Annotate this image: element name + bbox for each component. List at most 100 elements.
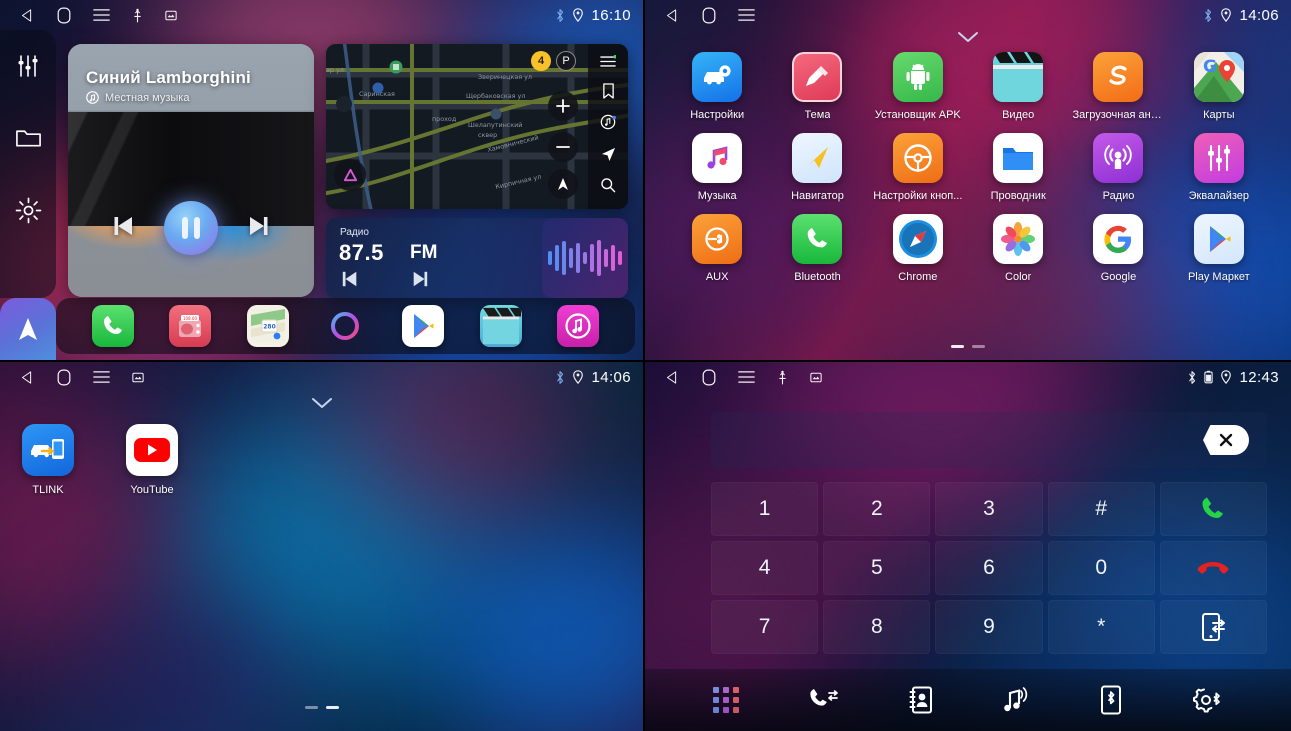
app-apk-installer[interactable]: Установщик APK <box>868 52 968 121</box>
back-icon[interactable] <box>20 370 35 385</box>
dock-item-radio[interactable]: 108.00 <box>169 305 212 347</box>
radio-next-button[interactable] <box>410 270 430 293</box>
home-icon[interactable] <box>57 369 71 386</box>
zoom-in-button[interactable] <box>548 91 578 121</box>
app-google[interactable]: Google <box>1068 214 1168 283</box>
page-dot-1[interactable] <box>951 345 964 348</box>
svg-text:G: G <box>1203 57 1217 77</box>
key-8[interactable]: 8 <box>823 600 931 654</box>
app-label: YouTube <box>130 484 174 496</box>
chevron-down-icon[interactable] <box>311 396 333 414</box>
key-4[interactable]: 4 <box>711 541 819 595</box>
home-icon[interactable] <box>57 7 71 24</box>
app-navigator[interactable]: Навигатор <box>767 133 867 202</box>
app-boot-animation[interactable]: Загрузочная ани... <box>1068 52 1168 121</box>
radio-widget[interactable]: Радио 87.5 FM <box>326 218 628 298</box>
menu-icon[interactable] <box>738 370 755 384</box>
map-bookmark-icon[interactable] <box>602 83 615 104</box>
svg-text:108.00: 108.00 <box>183 316 197 321</box>
navigation-arrow-button[interactable] <box>0 298 56 360</box>
app-button-settings[interactable]: Настройки кноп... <box>868 133 968 202</box>
home-icon[interactable] <box>702 369 716 386</box>
status-time: 14:06 <box>591 368 631 386</box>
app-karty[interactable]: G Карты <box>1169 52 1269 121</box>
app-chrome[interactable]: Chrome <box>868 214 968 283</box>
key-hash[interactable]: # <box>1047 482 1155 536</box>
back-icon[interactable] <box>665 370 680 385</box>
page-indicator-panel2[interactable] <box>951 345 985 348</box>
app-label: Видео <box>1002 109 1035 121</box>
key-5[interactable]: 5 <box>823 541 931 595</box>
app-radio[interactable]: Радио <box>1068 133 1168 202</box>
dock-item-assistant[interactable] <box>324 305 366 347</box>
play-pause-button[interactable] <box>164 201 218 255</box>
map-badges[interactable]: 4 P <box>531 51 576 71</box>
menu-icon[interactable] <box>93 370 110 384</box>
radio-previous-button[interactable] <box>340 270 360 293</box>
sidebar-item-files[interactable] <box>0 102 56 174</box>
map-navigate-icon[interactable] <box>600 146 617 167</box>
app-equalizer[interactable]: Эквалайзер <box>1169 133 1269 202</box>
chevron-down-icon[interactable] <box>957 30 979 48</box>
page-dot-2[interactable] <box>972 345 985 348</box>
key-3[interactable]: 3 <box>935 482 1043 536</box>
key-2[interactable]: 2 <box>823 482 931 536</box>
bt-device-tab[interactable] <box>1100 685 1122 715</box>
map-menu-icon[interactable] <box>600 55 617 73</box>
bt-settings-tab[interactable] <box>1191 686 1223 714</box>
app-aux[interactable]: AUX <box>667 214 767 283</box>
page-dot-2[interactable] <box>325 706 339 709</box>
key-6[interactable]: 6 <box>935 541 1043 595</box>
key-star[interactable]: * <box>1047 600 1155 654</box>
page-dot-1[interactable] <box>304 706 318 709</box>
dialer-display[interactable] <box>711 412 1267 468</box>
sidebar-item-equalizer[interactable] <box>0 30 56 102</box>
map-widget[interactable]: ар ул Зверинецкая ул Щербаковская ул Шел… <box>326 44 628 209</box>
contacts-tab[interactable] <box>909 686 933 714</box>
app-color[interactable]: Color <box>968 214 1068 283</box>
zoom-out-button[interactable] <box>548 132 578 162</box>
app-file-manager[interactable]: Проводник <box>968 133 1068 202</box>
app-tlink[interactable]: TLINK <box>22 424 74 496</box>
sidebar-item-settings[interactable] <box>0 174 56 246</box>
dock-item-phone[interactable] <box>91 305 134 347</box>
menu-icon[interactable] <box>738 8 755 22</box>
app-nastroyki[interactable]: Настройки <box>667 52 767 121</box>
backspace-icon[interactable] <box>1203 425 1249 455</box>
map-search-icon[interactable] <box>600 177 616 198</box>
apple-maps-icon: 280 <box>250 309 285 343</box>
app-tema[interactable]: Тема <box>767 52 867 121</box>
dock-item-video[interactable] <box>479 305 522 347</box>
home-icon[interactable] <box>702 7 716 24</box>
next-track-button[interactable] <box>244 212 272 245</box>
call-log-tab[interactable] <box>808 687 840 713</box>
app-youtube[interactable]: YouTube <box>126 424 178 496</box>
map-music-disc-icon[interactable] <box>600 114 616 135</box>
previous-track-button[interactable] <box>110 212 138 245</box>
back-icon[interactable] <box>665 8 680 23</box>
key-9[interactable]: 9 <box>935 600 1043 654</box>
menu-icon[interactable] <box>93 8 110 22</box>
music-player-widget[interactable]: Синий Lamborghini Местная музыка <box>68 44 314 297</box>
hangup-button[interactable] <box>1159 541 1267 595</box>
call-button[interactable] <box>1159 482 1267 536</box>
music-tab[interactable] <box>1001 686 1031 714</box>
page-indicator-panel3[interactable] <box>304 706 339 709</box>
key-0[interactable]: 0 <box>1047 541 1155 595</box>
dialpad-tab[interactable] <box>713 687 740 713</box>
dock-item-maps[interactable]: 280 <box>246 305 289 347</box>
dialpad-icon <box>713 687 740 713</box>
compass-button[interactable] <box>548 169 578 199</box>
dock-item-music[interactable] <box>557 305 600 347</box>
app-bluetooth[interactable]: Bluetooth <box>767 214 867 283</box>
app-play-market[interactable]: Play Маркет <box>1169 214 1269 283</box>
app-video[interactable]: Видео <box>968 52 1068 121</box>
dock-item-play-store[interactable] <box>402 305 445 347</box>
key-7[interactable]: 7 <box>711 600 819 654</box>
music-stream-icon <box>1004 687 1028 712</box>
app-muzyka[interactable]: Музыка <box>667 133 767 202</box>
transfer-button[interactable] <box>1159 600 1267 654</box>
key-1[interactable]: 1 <box>711 482 819 536</box>
back-icon[interactable] <box>20 8 35 23</box>
location-pin-button[interactable] <box>334 159 366 191</box>
